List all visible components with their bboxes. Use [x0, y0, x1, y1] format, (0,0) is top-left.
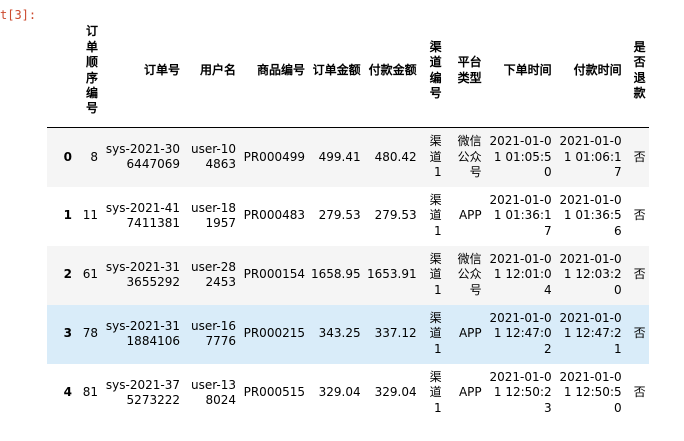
cell-order-id: sys-2021-375273222 [105, 377, 180, 407]
cell-prompt: t[3]: [0, 8, 37, 22]
table-row: 1 11 sys-2021-417411381 user-181957 PR00… [47, 186, 649, 246]
col-pay-time: 付款时间 [554, 14, 625, 128]
cell-product-id: PR000154 [243, 267, 305, 282]
cell-pay-time: 2021-01-01 12:47:21 [559, 310, 622, 356]
col-paid-amount: 付款金额 [363, 14, 420, 128]
cell-refund: 否 [633, 326, 646, 341]
col-order-seq: 订单顺序编号 [75, 14, 101, 128]
cell-username: user-181957 [190, 200, 236, 230]
row-index: 4 [63, 385, 72, 400]
cell-order-time: 2021-01-01 01:36:17 [489, 192, 552, 238]
cell-channel: 渠道1 [429, 369, 442, 415]
cell-order-id: sys-2021-417411381 [105, 200, 180, 230]
col-order-id: 订单号 [101, 14, 183, 128]
cell-order-time: 2021-01-01 12:01:04 [489, 251, 552, 297]
cell-product-id: PR000483 [243, 208, 305, 223]
cell-order-amount: 343.25 [318, 326, 361, 341]
cell-order-seq: 81 [82, 385, 98, 400]
cell-paid-amount: 329.04 [374, 385, 417, 400]
table-row: 0 8 sys-2021-306447069 user-104863 PR000… [47, 127, 649, 187]
col-order-time: 下单时间 [484, 14, 555, 128]
cell-pay-time: 2021-01-01 01:06:17 [559, 134, 622, 179]
cell-username: user-138024 [190, 377, 236, 407]
col-order-amount: 订单金额 [308, 14, 364, 128]
cell-username: user-104863 [190, 141, 236, 172]
cell-product-id: PR000499 [243, 149, 305, 164]
cell-channel: 渠道1 [429, 251, 442, 297]
cell-order-time: 2021-01-01 01:05:50 [489, 134, 552, 179]
cell-paid-amount: 279.53 [374, 208, 417, 223]
cell-channel: 渠道1 [429, 134, 442, 179]
row-index: 1 [63, 208, 72, 223]
col-channel-id: 渠道编号 [419, 14, 445, 128]
cell-order-amount: 279.53 [318, 208, 361, 223]
col-platform: 平台类型 [444, 14, 485, 128]
cell-order-amount: 1658.95 [311, 267, 361, 282]
row-index: 3 [63, 326, 72, 341]
cell-username: user-167776 [190, 318, 236, 348]
cell-channel: 渠道1 [429, 192, 442, 238]
cell-pay-time: 2021-01-01 12:03:20 [559, 251, 622, 297]
cell-order-amount: 499.41 [318, 149, 361, 164]
cell-order-id: sys-2021-306447069 [105, 141, 180, 172]
col-refund: 是否退款 [624, 14, 649, 128]
cell-order-id: sys-2021-313655292 [105, 259, 180, 289]
dataframe-table: 订单顺序编号 订单号 用户名 商品编号 订单金额 付款金额 渠道编号 平台类型 … [47, 14, 649, 423]
table-row: 2 61 sys-2021-313655292 user-282453 PR00… [47, 245, 649, 305]
cell-order-id: sys-2021-311884106 [105, 318, 180, 348]
table-row-highlighted: 3 78 sys-2021-311884106 user-167776 PR00… [47, 304, 649, 364]
cell-order-seq: 11 [82, 208, 98, 223]
cell-refund: 否 [633, 385, 646, 400]
row-index: 2 [63, 267, 72, 282]
row-index: 0 [63, 149, 72, 164]
cell-refund: 否 [633, 267, 646, 282]
cell-product-id: PR000515 [243, 385, 305, 400]
cell-platform: APP [458, 326, 482, 341]
cell-order-seq: 61 [82, 267, 98, 282]
col-username: 用户名 [183, 14, 239, 128]
cell-platform: APP [458, 208, 482, 223]
header-row: 订单顺序编号 订单号 用户名 商品编号 订单金额 付款金额 渠道编号 平台类型 … [47, 14, 649, 128]
cell-pay-time: 2021-01-01 01:36:56 [559, 192, 622, 238]
cell-refund: 否 [633, 149, 646, 164]
cell-order-seq: 8 [90, 149, 98, 164]
cell-order-seq: 78 [82, 326, 98, 341]
cell-refund: 否 [633, 208, 646, 223]
cell-product-id: PR000215 [243, 326, 305, 341]
cell-order-time: 2021-01-01 12:47:02 [489, 310, 552, 356]
cell-paid-amount: 1653.91 [367, 267, 417, 282]
cell-order-amount: 329.04 [318, 385, 361, 400]
index-header [47, 14, 75, 128]
cell-order-time: 2021-01-01 12:50:23 [489, 369, 552, 415]
cell-platform: APP [458, 385, 482, 400]
cell-paid-amount: 480.42 [374, 149, 417, 164]
cell-channel: 渠道1 [429, 310, 442, 356]
cell-pay-time: 2021-01-01 12:50:50 [559, 369, 622, 415]
cell-paid-amount: 337.12 [374, 326, 417, 341]
col-product-id: 商品编号 [239, 14, 308, 128]
cell-platform: 微信公众号 [457, 134, 482, 179]
table-row: 4 81 sys-2021-375273222 user-138024 PR00… [47, 363, 649, 423]
cell-platform: 微信公众号 [457, 251, 482, 297]
cell-username: user-282453 [190, 259, 236, 289]
